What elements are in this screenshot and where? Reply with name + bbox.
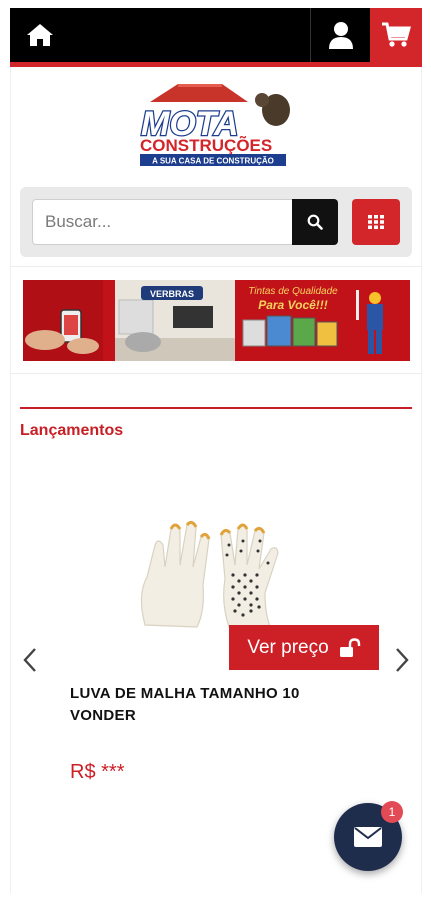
user-icon — [328, 22, 353, 49]
product-image[interactable] — [125, 515, 305, 635]
banner-headline-2: Para Você!!! — [258, 298, 328, 312]
banner-brand: VERBRAS — [150, 289, 194, 299]
section-divider — [20, 407, 412, 409]
divider — [10, 266, 422, 267]
categories-button[interactable] — [352, 199, 400, 245]
unlock-icon — [339, 637, 360, 657]
promo-banner[interactable]: VERBRAS Tintas de Qualidade Para Você!!! — [23, 280, 410, 361]
product-name[interactable]: LUVA DE MALHA TAMANHO 10 VONDER — [70, 683, 360, 727]
mail-icon — [354, 827, 382, 847]
divider — [10, 373, 422, 374]
search-panel — [20, 187, 412, 257]
store-logo[interactable]: MOTA CONSTRUÇÕES A SUA CASA DE CONSTRUÇÃ… — [138, 80, 294, 168]
grid-icon — [368, 215, 384, 229]
chevron-right-icon — [396, 648, 409, 672]
notification-badge: 1 — [381, 801, 403, 823]
top-bar — [10, 8, 422, 62]
user-button[interactable] — [310, 8, 370, 62]
logo-subtitle: CONSTRUÇÕES — [140, 135, 272, 155]
see-price-label: Ver preço — [247, 636, 329, 658]
search-input[interactable] — [32, 199, 294, 245]
search-icon — [307, 214, 323, 230]
carousel-prev-button[interactable] — [20, 645, 40, 675]
product-price: R$ *** — [70, 761, 125, 783]
top-bar-accent — [10, 62, 422, 67]
home-button[interactable] — [10, 8, 70, 62]
cart-icon — [382, 22, 411, 47]
chevron-left-icon — [23, 648, 36, 672]
logo-tagline: A SUA CASA DE CONSTRUÇÃO — [152, 157, 274, 166]
section-title: Lançamentos — [20, 422, 124, 439]
see-price-button[interactable]: Ver preço — [229, 625, 379, 670]
search-button[interactable] — [292, 199, 338, 245]
home-icon — [27, 24, 53, 46]
banner-headline-1: Tintas de Qualidade — [248, 286, 338, 297]
carousel-next-button[interactable] — [392, 645, 412, 675]
cart-button[interactable] — [370, 8, 422, 62]
